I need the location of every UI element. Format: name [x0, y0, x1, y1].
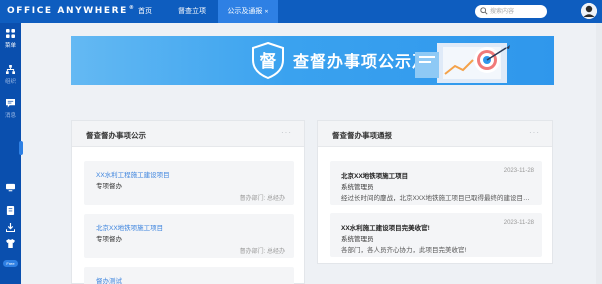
item-title[interactable]: XX水利施工建设项目完美收官! [341, 222, 430, 232]
card-header: 督查督办事项通报 ··· [318, 121, 552, 147]
sidebar-item-label: 组织 [4, 79, 16, 85]
item-title[interactable]: 北京XX地铁项施工项目 [341, 170, 408, 180]
item-dept: 督办部门: 总经办 [239, 196, 285, 202]
public-card: 督查督办事项公示 ··· XX水利工程施工建设项目 专项督办 督办部门: 总经办… [71, 120, 305, 284]
sidebar-item-download[interactable] [0, 223, 21, 234]
search-icon [480, 7, 488, 15]
sidebar-item-org[interactable]: 组织 [0, 65, 21, 85]
nav-supervision-project[interactable]: 督查立项 [172, 0, 212, 23]
sidebar-item-monitor[interactable] [0, 183, 21, 194]
sidebar-item-message[interactable]: 消息 [0, 99, 21, 119]
item-content: 各部门，各人员齐心协力，此项目完美收官! [341, 247, 467, 254]
more-icon[interactable]: ··· [281, 128, 292, 137]
item-status: 专项督办 [96, 183, 122, 190]
item-title-link[interactable]: 督办测试 [96, 275, 122, 284]
item-content: 经过长时间的鏖战，北京XXX地铁施工项目已取得最终的建设目标。... [341, 195, 536, 202]
item-title-link[interactable]: 北京XX地铁项施工项目 [96, 222, 163, 232]
card-header: 督查督办事项公示 ··· [72, 121, 304, 147]
close-tab-icon[interactable]: ✕ [264, 9, 268, 15]
org-icon [6, 65, 15, 74]
top-navbar: OFFICE ANYWHERE® 首页 督查立项 公示及通报 ✕ [0, 0, 602, 23]
sidebar-item-label: 菜单 [4, 43, 16, 49]
list-item[interactable]: XX水利施工建设项目完美收官! 2023-11-28 系统管理员 各部门，各人员… [330, 213, 542, 257]
search-box[interactable] [475, 5, 547, 18]
app-logo[interactable]: OFFICE ANYWHERE® [7, 5, 136, 16]
sidebar-item-shirt[interactable] [0, 239, 21, 250]
svg-text:督: 督 [260, 51, 277, 72]
free-badge: Free [3, 260, 18, 267]
list-item[interactable]: 督办测试 [84, 267, 294, 284]
item-author: 系统管理员 [341, 184, 374, 191]
item-date: 2023-11-28 [503, 220, 534, 226]
page-scrollbar[interactable] [596, 23, 602, 284]
list-item[interactable]: 北京XX地铁项施工项目 专项督办 督办部门: 总经办 [84, 214, 294, 258]
item-title-link[interactable]: XX水利工程施工建设项目 [96, 169, 170, 179]
item-status: 专项督办 [96, 236, 122, 243]
list-item[interactable]: 北京XX地铁项施工项目 2023-11-28 系统管理员 经过长时间的鏖战，北京… [330, 161, 542, 205]
item-dept: 督办部门: 总经办 [239, 249, 285, 255]
note-icon [6, 206, 15, 215]
grid-icon [6, 29, 15, 38]
report-card: 督查督办事项通报 ··· 北京XX地铁项施工项目 2023-11-28 系统管理… [317, 120, 553, 264]
left-sidebar: 菜单 组织 消息 Free [0, 23, 21, 284]
download-icon [5, 223, 16, 233]
list-item[interactable]: XX水利工程施工建设项目 专项督办 督办部门: 总经办 [84, 161, 294, 205]
item-date: 2023-11-28 [503, 168, 534, 174]
page-banner: 督 查督办事项公示及通报 [71, 36, 554, 85]
nav-public-report[interactable]: 公示及通报 ✕ [218, 0, 278, 23]
monitor-icon [6, 183, 15, 192]
presentation-board-illustration [415, 43, 510, 83]
item-author: 系统管理员 [341, 236, 374, 243]
card-title: 督查督办事项通报 [332, 131, 392, 140]
shield-icon: 督 [252, 42, 284, 79]
sidebar-item-menu[interactable]: 菜单 [0, 29, 21, 49]
sidebar-collapse-handle[interactable] [19, 141, 23, 155]
sidebar-item-label: 消息 [4, 113, 16, 119]
search-input[interactable] [490, 6, 542, 17]
more-icon[interactable]: ··· [529, 128, 540, 137]
nav-home[interactable]: 首页 [131, 0, 159, 23]
avatar[interactable] [581, 3, 597, 19]
shirt-icon [6, 239, 15, 248]
message-icon [6, 99, 15, 108]
sidebar-item-note[interactable] [0, 206, 21, 217]
card-title: 督查督办事项公示 [86, 131, 146, 140]
user-avatar-icon [581, 3, 597, 19]
